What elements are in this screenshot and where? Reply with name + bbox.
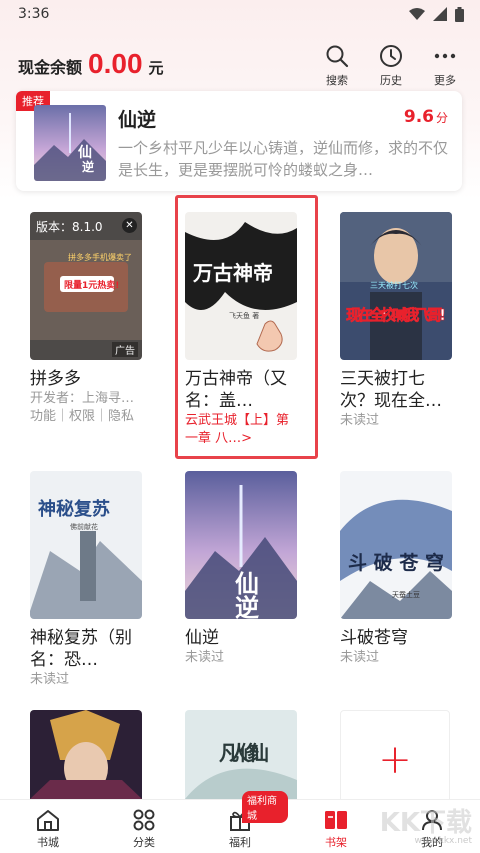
nav-label: 书架 bbox=[325, 836, 347, 849]
book-cover[interactable]: 凡人修仙 bbox=[185, 710, 297, 799]
ad-banner-text: 拼多多手机爆卖了 bbox=[68, 252, 132, 262]
nav-bookstore[interactable]: 书城 bbox=[0, 800, 96, 853]
book-status: 未读过 bbox=[185, 650, 225, 665]
book-cover[interactable] bbox=[30, 710, 142, 799]
book-cover[interactable]: 仙逆 bbox=[185, 471, 297, 619]
search-icon bbox=[326, 45, 349, 68]
ad-banner-sub: 限量1元热卖! bbox=[64, 279, 119, 291]
svg-text:仙: 仙 bbox=[78, 144, 92, 161]
book-title: 仙逆 bbox=[185, 628, 219, 648]
cover-title-text: 神秘复苏 bbox=[38, 498, 110, 520]
ad-cover[interactable]: 拼多多手机爆卖了 限量1元热卖! 版本：8.1.0 ✕ 广告 bbox=[30, 212, 142, 360]
balance-amount: 0.00 bbox=[88, 48, 143, 79]
cover-author: 佛前献花 bbox=[70, 522, 98, 531]
search-button[interactable]: 搜索 bbox=[314, 44, 360, 88]
book-status: 未读过 bbox=[30, 672, 70, 687]
clock-icon bbox=[380, 45, 402, 67]
wifi-icon bbox=[409, 8, 425, 20]
header: 现金余额 0.00 元 搜索 历史 更多 bbox=[0, 36, 480, 88]
score-value: 9.6 bbox=[403, 107, 434, 127]
recommend-card[interactable]: 推荐 仙 逆 仙逆 9.6 分 一个乡村平凡少年以心铸道，逆仙而修，求的不仅是长生… bbox=[16, 91, 462, 191]
ad-links[interactable]: 功能｜权限｜隐私 bbox=[30, 408, 142, 426]
nav-label: 分类 bbox=[133, 836, 155, 849]
signal-icon bbox=[433, 7, 447, 21]
search-label: 搜索 bbox=[326, 74, 348, 87]
more-button[interactable]: 更多 bbox=[422, 44, 468, 88]
book-cover[interactable]: 斗破苍穹 天蚕土豆 bbox=[340, 471, 452, 619]
bookshelf-icon bbox=[325, 811, 347, 829]
status-icons bbox=[409, 6, 464, 22]
highlight-box bbox=[175, 195, 318, 459]
score-unit: 分 bbox=[435, 111, 448, 125]
battery-icon bbox=[455, 6, 464, 22]
balance-unit: 元 bbox=[148, 59, 164, 77]
add-book-button[interactable]: + bbox=[340, 710, 450, 810]
welfare-badge: 福利商城 bbox=[242, 791, 288, 823]
cover-title-text: 仙逆 bbox=[231, 571, 260, 619]
book-item[interactable]: 三天被打七次 现在全校喊我飞哥! 三天被打七次？现在全… 未读过 bbox=[340, 212, 452, 430]
status-bar: 3:36 bbox=[0, 0, 480, 28]
book-cover[interactable]: 三天被打七次 现在全校喊我飞哥! bbox=[340, 212, 452, 360]
nav-welfare[interactable]: 福利商城 福利 bbox=[192, 791, 288, 853]
book-status: 未读过 bbox=[340, 413, 380, 428]
nav-bookshelf[interactable]: 书架 bbox=[288, 800, 384, 853]
book-item[interactable] bbox=[30, 710, 142, 799]
cover-title-text: 凡人修仙 bbox=[219, 741, 269, 765]
header-actions: 搜索 历史 更多 bbox=[314, 44, 468, 88]
ad-item[interactable]: 拼多多手机爆卖了 限量1元热卖! 版本：8.1.0 ✕ 广告 拼多多 开发者：上… bbox=[30, 212, 142, 426]
recommend-cover: 仙 逆 bbox=[34, 105, 106, 181]
book-title: 三天被打七次？现在全… bbox=[340, 369, 442, 411]
ad-close-button[interactable]: ✕ bbox=[122, 218, 137, 233]
book-title: 神秘复苏（别名：恐… bbox=[30, 628, 132, 670]
book-item[interactable]: 凡人修仙 bbox=[185, 710, 297, 799]
history-label: 历史 bbox=[380, 74, 402, 87]
watermark-logo: KK下载 bbox=[379, 808, 472, 838]
cover-author: 天蚕土豆 bbox=[392, 590, 420, 599]
recommend-score: 9.6 分 bbox=[404, 107, 448, 127]
home-icon bbox=[37, 810, 59, 831]
nav-category[interactable]: 分类 bbox=[96, 800, 192, 853]
balance-label: 现金余额 bbox=[18, 58, 83, 77]
cover-title-text: 现在全校喊我飞哥! bbox=[346, 306, 446, 324]
svg-text:逆: 逆 bbox=[82, 159, 94, 174]
ad-title: 拼多多 bbox=[30, 369, 81, 389]
book-cover[interactable]: 神秘复苏 佛前献花 bbox=[30, 471, 142, 619]
book-item[interactable]: 神秘复苏 佛前献花 神秘复苏（别名：恐… 未读过 bbox=[30, 471, 142, 689]
more-label: 更多 bbox=[434, 74, 456, 87]
book-item[interactable]: 斗破苍穹 天蚕土豆 斗破苍穹 未读过 bbox=[340, 471, 452, 667]
watermark-url: www.kkx.net bbox=[414, 836, 473, 846]
cover-top-text: 三天被打七次 bbox=[370, 280, 418, 290]
ad-developer: 开发者：上海寻… bbox=[30, 391, 135, 406]
ad-label: 广告 bbox=[112, 342, 138, 357]
book-status: 未读过 bbox=[340, 650, 380, 665]
history-button[interactable]: 历史 bbox=[368, 44, 414, 88]
ad-version: 版本：8.1.0 bbox=[36, 220, 103, 234]
book-title: 斗破苍穹 bbox=[340, 628, 408, 648]
book-item[interactable]: 仙逆 仙逆 未读过 bbox=[185, 471, 297, 667]
recommend-description: 一个乡村平凡少年以心铸道，逆仙而修，求的不仅是长生，更是要摆脱可怜的蝼蚁之身… bbox=[118, 139, 448, 179]
grid-icon bbox=[133, 809, 155, 831]
recommend-title: 仙逆 bbox=[118, 109, 157, 131]
status-time: 3:36 bbox=[18, 6, 50, 22]
nav-label: 书城 bbox=[37, 836, 59, 849]
more-icon bbox=[434, 53, 456, 59]
nav-label: 福利 bbox=[229, 836, 251, 849]
cash-balance[interactable]: 现金余额 0.00 元 bbox=[18, 48, 164, 88]
